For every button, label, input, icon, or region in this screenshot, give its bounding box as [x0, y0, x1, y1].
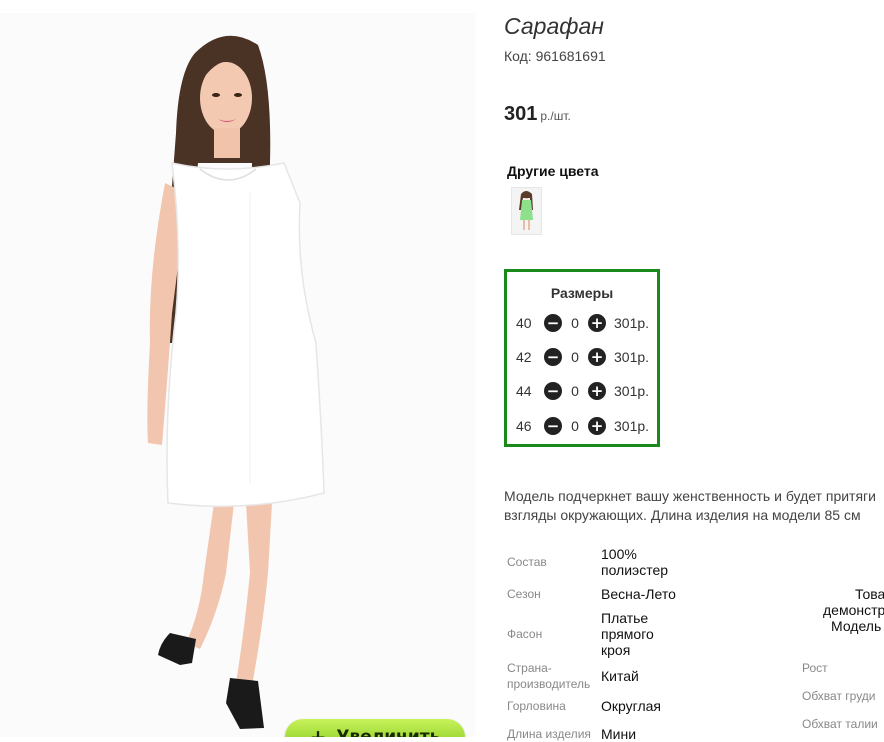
spec-label-country-1: Страна- — [507, 661, 552, 675]
spec-value-composition-2: полиэстер — [601, 562, 669, 578]
spec-value-length: Мини — [601, 726, 637, 742]
zoom-button-label: Увеличить — [336, 727, 441, 737]
plus-icon[interactable]: + — [588, 417, 606, 435]
size-price: 301р. — [614, 349, 650, 365]
other-colors-heading: Другие цвета — [507, 163, 599, 179]
green-dress-thumbnail — [519, 191, 533, 230]
size-row: 46 − 0 + 301р. — [516, 416, 649, 436]
size-row: 40 − 0 + 301р. — [516, 313, 649, 333]
quantity-value: 0 — [571, 383, 579, 399]
plus-icon[interactable]: + — [588, 382, 606, 400]
spec-label-country-2: производитель — [507, 677, 591, 691]
size-row: 44 − 0 + 301р. — [516, 381, 649, 401]
product-description: Модель подчеркнет вашу женственность и б… — [504, 487, 876, 525]
model-chest-label: Обхват груди — [802, 689, 876, 703]
minus-icon[interactable]: − — [544, 314, 562, 332]
spec-value-neckline: Округлая — [601, 698, 661, 714]
quantity-value: 0 — [571, 315, 579, 331]
product-title: Сарафан — [504, 13, 604, 39]
spec-value-style-3: кроя — [601, 642, 631, 658]
size-row: 42 − 0 + 301р. — [516, 347, 649, 367]
sizes-box: Размеры 40 − 0 + 301р. 42 − 0 + 301р. 44… — [504, 269, 660, 447]
model-info-line: демонстр — [823, 602, 884, 618]
description-line: Модель подчеркнет вашу женственность и б… — [504, 488, 876, 504]
color-swatch-green[interactable] — [511, 187, 542, 235]
model-info-line: Модель — [831, 618, 882, 634]
model-photo-image — [0, 13, 475, 737]
minus-icon[interactable]: − — [544, 417, 562, 435]
quantity-value: 0 — [571, 349, 579, 365]
size-label: 44 — [516, 383, 532, 399]
product-photo[interactable]: + Увеличить — [0, 13, 475, 737]
spec-label-neckline: Горловина — [507, 699, 566, 713]
description-line: взгляды окружающих. Длина изделия на мод… — [504, 507, 861, 523]
spec-label-season: Сезон — [507, 587, 541, 601]
zoom-button[interactable]: + Увеличить — [285, 719, 465, 737]
size-price: 301р. — [614, 383, 650, 399]
spec-value-style-1: Платье — [601, 610, 649, 626]
size-price: 301р. — [614, 418, 650, 434]
spec-value-composition-1: 100% — [601, 546, 637, 562]
product-price: 301 р./шт. — [504, 103, 571, 126]
plus-icon[interactable]: + — [588, 314, 606, 332]
price-unit: р./шт. — [540, 109, 571, 123]
spec-label-length: Длина изделия — [507, 727, 591, 741]
minus-icon[interactable]: − — [544, 382, 562, 400]
size-label: 46 — [516, 418, 532, 434]
size-label: 42 — [516, 349, 532, 365]
product-code: Код: 961681691 — [504, 48, 606, 64]
spec-label-style: Фасон — [507, 627, 543, 641]
model-height-label: Рост — [802, 661, 828, 675]
plus-icon: + — [309, 725, 327, 737]
spec-value-style-2: прямого — [601, 626, 654, 642]
spec-label-composition: Состав — [507, 555, 547, 569]
spec-value-country: Китай — [601, 668, 639, 684]
minus-icon[interactable]: − — [544, 348, 562, 366]
model-waist-label: Обхват талии — [802, 717, 878, 731]
price-value: 301 — [504, 103, 538, 125]
plus-icon[interactable]: + — [588, 348, 606, 366]
quantity-value: 0 — [571, 418, 579, 434]
size-price: 301р. — [614, 315, 650, 331]
sizes-heading: Размеры — [550, 285, 614, 301]
size-label: 40 — [516, 315, 532, 331]
model-info-line: Това — [855, 586, 884, 602]
spec-value-season: Весна-Лето — [601, 586, 676, 602]
